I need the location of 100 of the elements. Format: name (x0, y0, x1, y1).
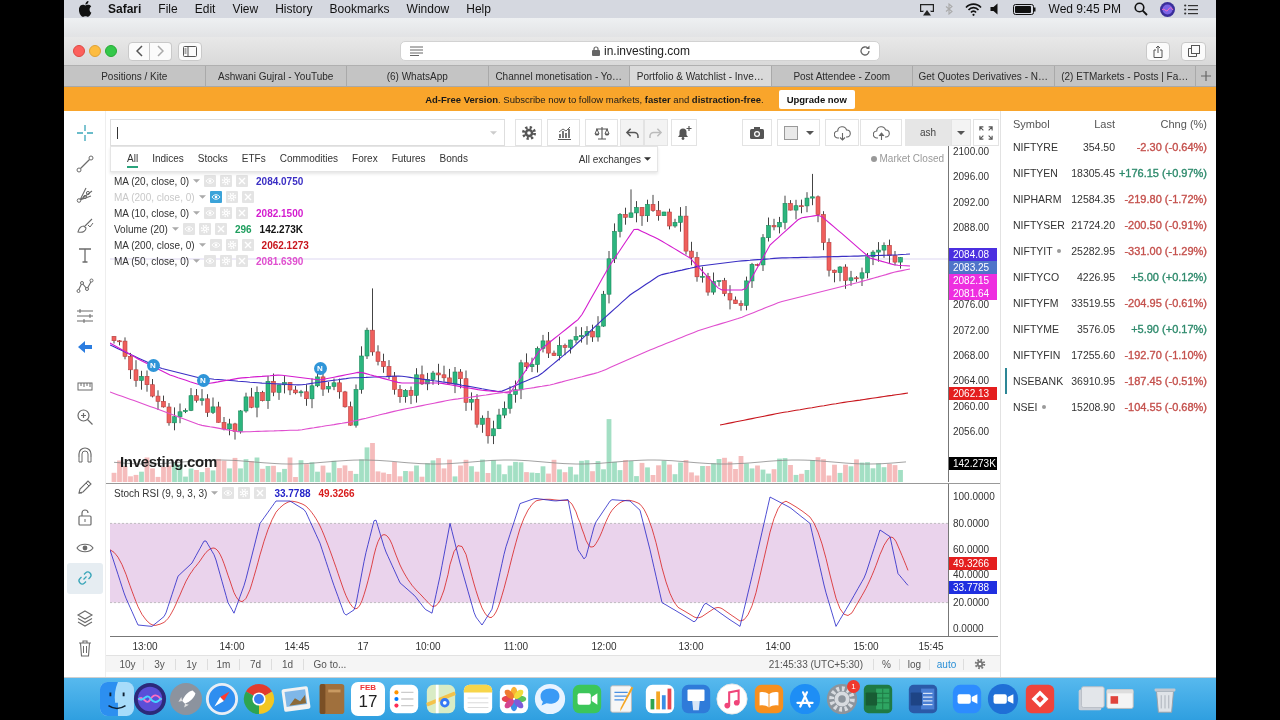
watchlist-row[interactable]: NSEI 15208.90 -104.55 (-0.68%) (1005, 394, 1216, 420)
layout-menu-button[interactable] (951, 119, 971, 146)
chevron-left-icon[interactable] (135, 45, 143, 57)
browser-tab[interactable]: (2) ETMarkets - Posts | Fa… (1054, 66, 1196, 86)
reload-icon[interactable] (859, 45, 871, 57)
bell-plus-icon[interactable] (676, 124, 692, 141)
tab-overview-button[interactable] (1181, 41, 1206, 61)
back-button[interactable] (128, 41, 150, 61)
caret-icon[interactable] (957, 130, 965, 135)
fullscreen-button[interactable] (973, 119, 999, 146)
gear-icon[interactable] (974, 658, 986, 670)
rocket-icon[interactable] (169, 682, 203, 716)
speech-bubble-icon[interactable] (533, 682, 567, 716)
search-icon[interactable] (1134, 2, 1148, 16)
podium-icon[interactable] (679, 682, 713, 716)
menu-item[interactable]: Bookmarks (329, 2, 390, 16)
menu-item[interactable]: File (158, 2, 178, 16)
address-field[interactable]: in.investing.com (400, 41, 880, 61)
watchlist-row[interactable]: NIFTYEN 18305.45 +176.15 (+0.97%) (1005, 160, 1216, 186)
chart-type-button[interactable] (547, 119, 580, 146)
range-button[interactable]: 1m (208, 658, 240, 670)
notepad-icon[interactable] (461, 682, 495, 716)
watchlist-row[interactable]: NIFTYFIN 17255.60 -192.70 (-1.10%) (1005, 342, 1216, 368)
settings-button[interactable] (515, 119, 542, 146)
watchlist-row[interactable]: NIFTYRE 354.50 -2.30 (-0.64%) (1005, 134, 1216, 160)
face-icon[interactable] (100, 682, 134, 716)
video-camera-icon[interactable] (950, 682, 984, 716)
calendar-icon[interactable]: FEB 17 (351, 682, 385, 716)
list-icon[interactable] (1184, 3, 1198, 15)
watchlist-row[interactable]: NIFTYME 3576.05 +5.90 (+0.17%) (1005, 316, 1216, 342)
watchlist-row[interactable]: NIFTYFM 33519.55 -204.95 (-0.61%) (1005, 290, 1216, 316)
column-header[interactable]: Chng (%) (1115, 118, 1207, 130)
orb-icon[interactable] (1160, 1, 1175, 17)
zigzag-icon[interactable] (75, 276, 94, 295)
filter-tab[interactable]: Stocks (190, 151, 235, 167)
scale-option[interactable]: % (874, 658, 900, 670)
browser-tab[interactable]: Get Quotes Derivatives - N… (913, 66, 1055, 86)
browser-tab[interactable]: (6) WhatsApp (347, 66, 489, 86)
spreadsheet-icon[interactable] (861, 682, 895, 716)
lock-icon[interactable] (75, 508, 94, 527)
range-button[interactable]: 7d (240, 658, 272, 670)
app-menu[interactable]: Safari (108, 2, 142, 16)
horizontal-lines-icon[interactable] (75, 307, 94, 326)
apple-logo-icon[interactable] (79, 1, 92, 17)
map-icon[interactable] (424, 682, 458, 716)
menu-item[interactable]: Window (406, 2, 450, 16)
watchlist-row[interactable]: NIFTYIT 25282.95 -331.00 (-1.29%) (1005, 238, 1216, 264)
range-button[interactable]: 10y (112, 658, 144, 670)
compare-button[interactable] (585, 119, 618, 146)
music-note-icon[interactable] (715, 682, 749, 716)
orb-icon[interactable] (133, 682, 167, 716)
menu-item[interactable]: Help (466, 2, 491, 16)
wifi-icon[interactable] (964, 2, 982, 16)
speaker-icon[interactable] (989, 3, 999, 15)
crosshair-icon[interactable] (75, 124, 94, 143)
battery-icon[interactable] (1012, 3, 1036, 15)
trend-line-icon[interactable] (75, 154, 94, 173)
menu-item[interactable]: View (232, 2, 259, 16)
filter-tab[interactable]: Commodities (272, 151, 346, 167)
browser-tab[interactable]: Portfolio & Watchlist - Inve… (630, 66, 772, 86)
cloud-download-icon[interactable] (833, 124, 851, 141)
layout-name-button[interactable]: ash (905, 119, 951, 146)
bar-chart-icon[interactable] (555, 124, 572, 141)
expand-icon[interactable] (979, 125, 993, 140)
link-icon[interactable] (75, 569, 94, 588)
go-to-button[interactable]: Go to... (304, 658, 356, 670)
close-window-button[interactable] (73, 45, 85, 57)
range-button[interactable]: 1y (176, 658, 208, 670)
filter-tab[interactable]: Forex (345, 151, 385, 167)
range-button[interactable]: 1d (272, 658, 304, 670)
overlapping-squares-icon[interactable] (1187, 45, 1200, 57)
video-camera-icon[interactable] (986, 682, 1020, 716)
filter-tab[interactable]: ETFs (234, 151, 273, 167)
color-picker-button[interactable] (777, 119, 820, 146)
snapshot-button[interactable] (742, 119, 772, 146)
reader-icon[interactable] (410, 46, 423, 56)
open-book-icon[interactable] (752, 682, 786, 716)
cloud-upload-icon[interactable] (872, 124, 890, 141)
column-header[interactable]: Symbol (1013, 118, 1069, 130)
browser-tab[interactable]: Post Attendee - Zoom (771, 66, 913, 86)
load-layout-button[interactable] (825, 119, 859, 146)
round-logo-icon[interactable] (242, 682, 276, 716)
sidebar-icon[interactable] (183, 45, 197, 57)
browser-tab[interactable]: Ashwani Gujral - YouTube (205, 66, 347, 86)
menu-item[interactable]: Edit (194, 2, 216, 16)
watchlist-row[interactable]: NIFTYCO 4226.95 +5.00 (+0.12%) (1005, 264, 1216, 290)
filter-tab[interactable]: Futures (384, 151, 433, 167)
bar-chart-icon[interactable] (643, 682, 677, 716)
airplay-icon[interactable] (918, 2, 935, 16)
column-header[interactable]: Last (1069, 118, 1115, 130)
watchlist-row[interactable]: NSEBANK 36910.95 -187.45 (-0.51%) (1005, 368, 1216, 394)
scale-option[interactable]: log (900, 658, 930, 670)
letter-a-icon[interactable] (788, 682, 822, 716)
compass-icon[interactable] (205, 682, 239, 716)
alert-button[interactable] (671, 119, 697, 146)
zoom-window-button[interactable] (105, 45, 117, 57)
upgrade-button[interactable]: Upgrade now (778, 89, 855, 109)
caret-icon[interactable] (805, 130, 814, 135)
share-button[interactable] (1146, 41, 1170, 61)
pitchfork-icon[interactable] (75, 185, 94, 204)
